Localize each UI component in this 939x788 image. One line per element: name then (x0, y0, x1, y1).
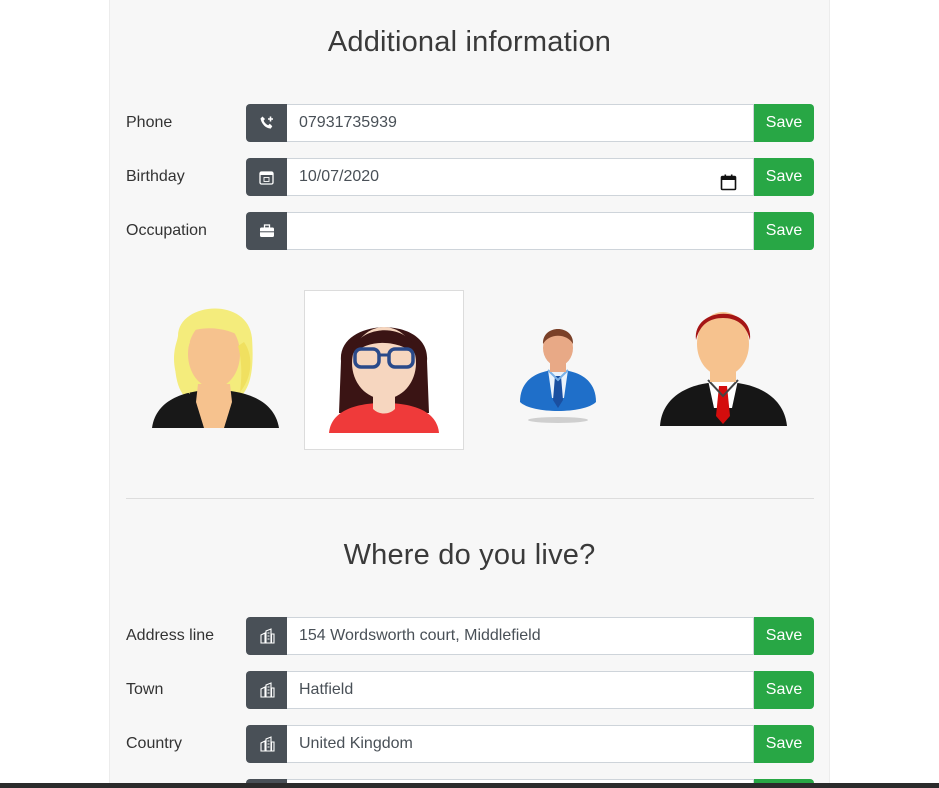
town-save-button[interactable]: Save (754, 671, 814, 709)
birthday-row: Birthday 10/07/2020 Save (126, 158, 814, 196)
briefcase-icon (246, 212, 287, 250)
birthday-save-button[interactable]: Save (754, 158, 814, 196)
date-picker-icon[interactable] (720, 169, 737, 205)
address-save-button[interactable]: Save (754, 617, 814, 655)
avatar-man-red-tie[interactable] (656, 300, 791, 432)
town-input[interactable]: Hatfield (287, 671, 754, 709)
occupation-label: Occupation (126, 222, 207, 239)
country-input[interactable]: United Kingdom (287, 725, 754, 763)
occupation-input[interactable] (287, 212, 754, 250)
bottom-console-strip (0, 783, 939, 788)
birthday-value: 10/07/2020 (299, 168, 380, 185)
building-icon (246, 617, 287, 655)
country-save-button[interactable]: Save (754, 725, 814, 763)
town-row: Town Hatfield Save (126, 671, 814, 709)
avatar-blonde-woman[interactable] (148, 298, 283, 438)
occupation-save-button[interactable]: Save (754, 212, 814, 250)
town-label: Town (126, 681, 164, 698)
phone-row: Phone 07931735939 Save (126, 104, 814, 142)
phone-save-button[interactable]: Save (754, 104, 814, 142)
phone-label: Phone (126, 114, 173, 131)
avatar-man-blue-suit[interactable] (514, 320, 602, 424)
address-row: Address line 154 Wordsworth court, Middl… (126, 617, 814, 655)
building-icon (246, 725, 287, 763)
building-icon (246, 671, 287, 709)
avatar-woman-glasses[interactable] (304, 290, 464, 450)
calendar-icon (246, 158, 287, 196)
section-divider (126, 498, 814, 499)
birthday-input[interactable]: 10/07/2020 (287, 158, 754, 196)
country-row: Country United Kingdom Save (126, 725, 814, 763)
additional-info-title: Additional information (327, 26, 612, 58)
occupation-row: Occupation Save (126, 212, 814, 250)
address-input[interactable]: 154 Wordsworth court, Middlefield (287, 617, 754, 655)
phone-input[interactable]: 07931735939 (287, 104, 754, 142)
birthday-label: Birthday (126, 168, 185, 185)
where-live-title: Where do you live? (343, 539, 596, 571)
profile-panel: Additional information Phone 07931735939… (109, 0, 830, 788)
country-label: Country (126, 735, 183, 752)
phone-icon (246, 104, 287, 142)
address-label: Address line (126, 627, 215, 644)
